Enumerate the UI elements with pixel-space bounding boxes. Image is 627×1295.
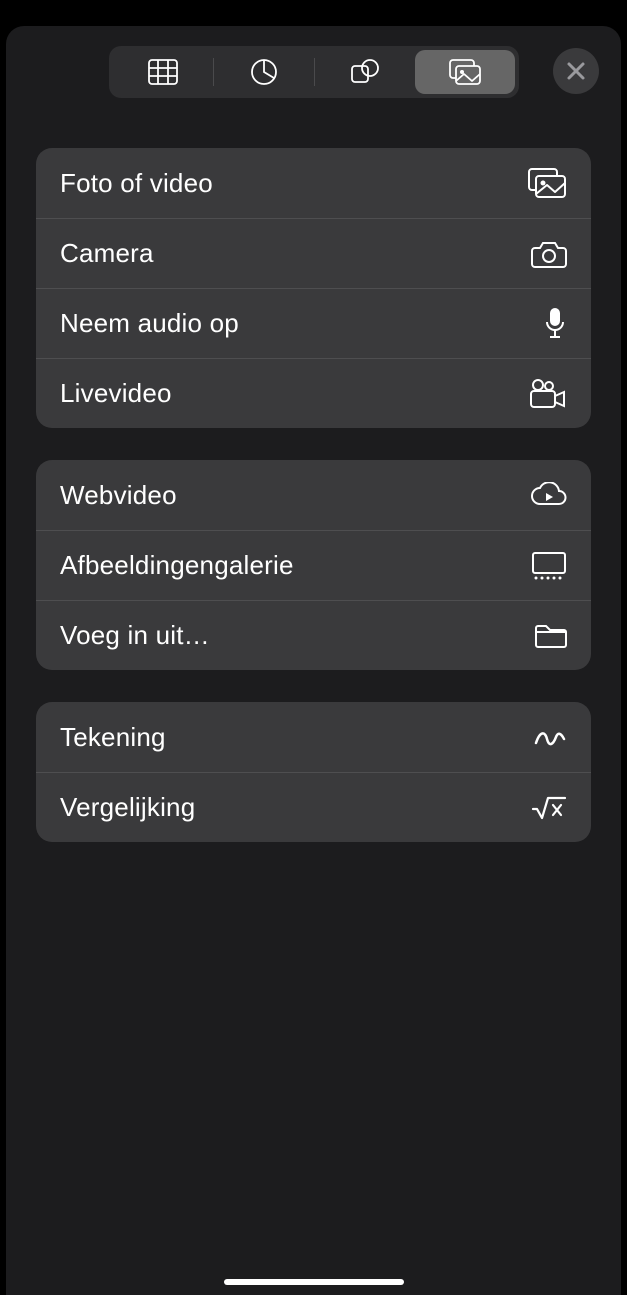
table-icon — [148, 59, 178, 85]
close-icon — [566, 61, 586, 81]
content: Foto of video Camera — [6, 108, 621, 842]
tab-chart[interactable] — [214, 50, 314, 94]
item-insert-from[interactable]: Voeg in uit… — [36, 600, 591, 670]
item-camera[interactable]: Camera — [36, 218, 591, 288]
folder-icon — [533, 622, 567, 650]
item-equation[interactable]: Vergelijking — [36, 772, 591, 842]
sqrt-icon — [531, 795, 567, 821]
item-label: Voeg in uit… — [60, 620, 210, 651]
tab-shapes[interactable] — [315, 50, 415, 94]
item-label: Vergelijking — [60, 792, 195, 823]
item-label: Neem audio op — [60, 308, 239, 339]
shapes-icon — [350, 58, 380, 86]
chart-icon — [250, 58, 278, 86]
sheet-header — [6, 26, 621, 108]
camera-icon — [531, 239, 567, 269]
item-image-gallery[interactable]: Afbeeldingengalerie — [36, 530, 591, 600]
mic-icon — [543, 307, 567, 341]
item-label: Webvideo — [60, 480, 177, 511]
item-drawing[interactable]: Tekening — [36, 702, 591, 772]
group-import: Webvideo Afbeeldingengalerie — [36, 460, 591, 670]
item-live-video[interactable]: Livevideo — [36, 358, 591, 428]
gallery-icon — [531, 551, 567, 581]
cloud-play-icon — [529, 482, 567, 508]
item-label: Camera — [60, 238, 154, 269]
videocam-icon — [529, 379, 567, 409]
item-label: Livevideo — [60, 378, 172, 409]
media-icon — [448, 58, 482, 86]
scribble-icon — [533, 725, 567, 749]
group-create: Tekening Vergelijking — [36, 702, 591, 842]
item-label: Tekening — [60, 722, 166, 753]
tab-media[interactable] — [415, 50, 515, 94]
item-photo-or-video[interactable]: Foto of video — [36, 148, 591, 218]
home-indicator[interactable] — [224, 1279, 404, 1285]
item-label: Foto of video — [60, 168, 213, 199]
insert-sheet: Foto of video Camera — [6, 26, 621, 1295]
item-record-audio[interactable]: Neem audio op — [36, 288, 591, 358]
close-button[interactable] — [553, 48, 599, 94]
tab-table[interactable] — [113, 50, 213, 94]
photo-icon — [527, 167, 567, 199]
item-label: Afbeeldingengalerie — [60, 550, 294, 581]
group-capture: Foto of video Camera — [36, 148, 591, 428]
tab-bar — [109, 46, 519, 98]
item-web-video[interactable]: Webvideo — [36, 460, 591, 530]
